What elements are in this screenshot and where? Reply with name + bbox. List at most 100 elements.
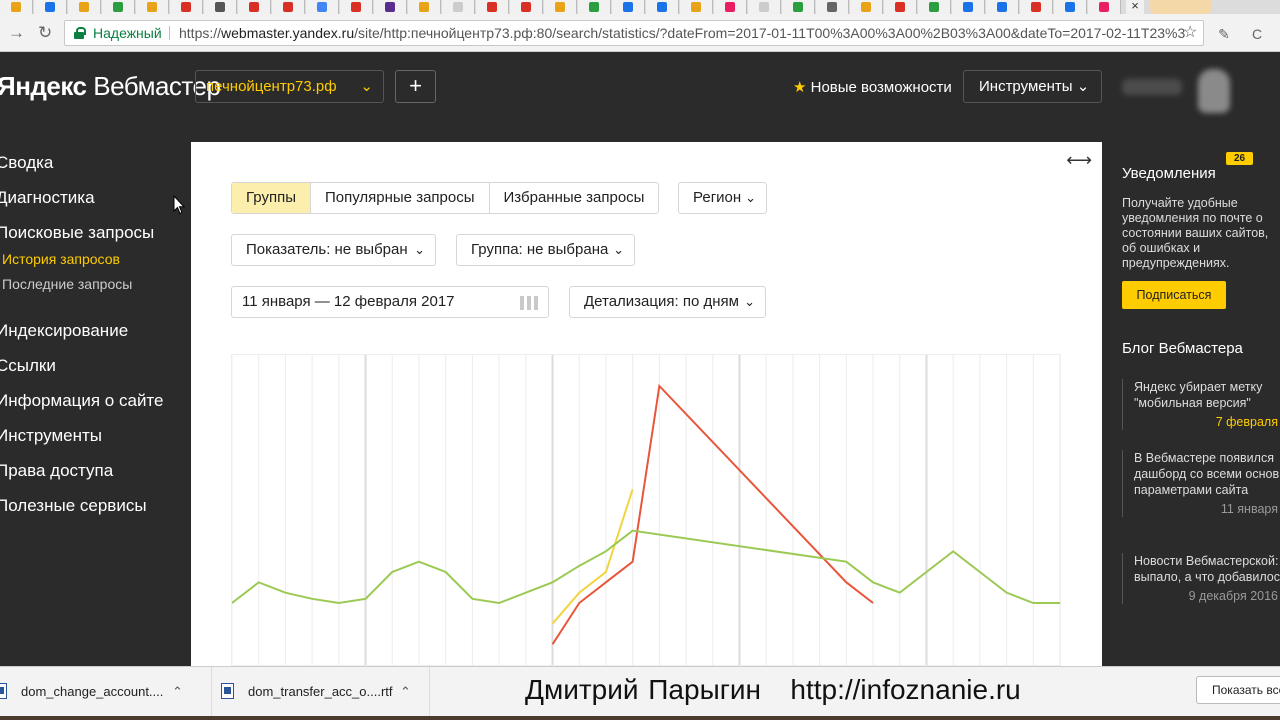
expand-width-icon[interactable]: ⟷ (1066, 150, 1092, 171)
sidebar-item-tools[interactable]: Инструменты (0, 426, 102, 446)
download-item[interactable]: dom_change_account.... ⌃ (0, 667, 212, 717)
browser-tab[interactable] (306, 0, 339, 14)
browser-tab[interactable] (680, 0, 713, 14)
browser-tab[interactable] (1088, 0, 1121, 14)
sidebar-item-site-info[interactable]: Информация о сайте (0, 391, 164, 411)
blog-post-title: В Вебмастере появился дашборд со всеми о… (1134, 451, 1280, 497)
notifications-title: Уведомления (1122, 165, 1216, 182)
browser-tab[interactable] (748, 0, 781, 14)
sidebar-subitem-query-history[interactable]: История запросов (2, 251, 120, 267)
secure-label: Надежный (93, 25, 162, 41)
tab-groups[interactable]: Группы (232, 183, 311, 213)
browser-tab[interactable] (0, 0, 33, 14)
yandex-webmaster-logo[interactable]: Яндекс Вебмастер (0, 71, 221, 102)
browser-tab[interactable] (952, 0, 985, 14)
browser-tab[interactable] (510, 0, 543, 14)
sidebar-item-search-queries[interactable]: Поисковые запросы (0, 223, 154, 243)
extension-icon[interactable]: ✎ (1216, 26, 1232, 42)
tab-favicon-icon (181, 2, 191, 12)
subscribe-button[interactable]: Подписаться (1122, 281, 1226, 309)
browser-tab[interactable] (136, 0, 169, 14)
username-blurred[interactable] (1122, 79, 1182, 95)
new-features-link[interactable]: ★ Новые возможности (793, 78, 952, 96)
tools-menu-button[interactable]: Инструменты ⌄ (963, 70, 1102, 103)
avatar[interactable] (1198, 69, 1230, 113)
tab-favicon-icon (113, 2, 123, 12)
browser-tab[interactable] (986, 0, 1019, 14)
browser-tab[interactable] (476, 0, 509, 14)
browser-tab[interactable] (408, 0, 441, 14)
tab-favicon-icon (725, 2, 735, 12)
bookmark-star-icon[interactable]: ☆ (1183, 21, 1197, 45)
browser-tab[interactable] (238, 0, 271, 14)
maximize-button[interactable] (1236, 0, 1258, 14)
site-selector[interactable]: печнойцентр73.рф ⌄ (195, 70, 384, 103)
browser-tab[interactable] (544, 0, 577, 14)
browser-tab[interactable] (34, 0, 67, 14)
sidebar-item-links[interactable]: Ссылки (0, 356, 56, 376)
address-bar[interactable]: Надежный https://webmaster.yandex.ru/sit… (64, 20, 1204, 46)
blog-title[interactable]: Блог Вебмастера (1122, 340, 1243, 357)
tab-favicon-icon (963, 2, 973, 12)
new-tab-button[interactable] (1150, 0, 1212, 14)
browser-tab[interactable] (442, 0, 475, 14)
browser-tab[interactable] (612, 0, 645, 14)
blog-post[interactable]: Новости Вебмастерской: что выпало, а что… (1122, 553, 1280, 604)
browser-tab[interactable] (1020, 0, 1053, 14)
tab-favorite-queries[interactable]: Избранные запросы (490, 183, 659, 213)
sidebar-subitem-recent-queries[interactable]: Последние запросы (2, 276, 132, 292)
add-site-button[interactable]: + (395, 70, 436, 103)
browser-tab[interactable] (884, 0, 917, 14)
blog-post[interactable]: Яндекс убирает метку "мобильная версия" … (1122, 379, 1280, 430)
browser-tab[interactable] (918, 0, 951, 14)
browser-tab[interactable] (816, 0, 849, 14)
date-range-picker[interactable]: 11 января — 12 февраля 2017 (231, 286, 549, 318)
browser-tab[interactable] (1054, 0, 1087, 14)
tab-favicon-icon (147, 2, 157, 12)
minimize-button[interactable] (1212, 0, 1234, 14)
blog-post[interactable]: В Вебмастере появился дашборд со всеми о… (1122, 450, 1280, 517)
group-dropdown[interactable]: Группа: не выбрана ⌄ (456, 234, 635, 266)
chevron-up-icon[interactable]: ⌃ (172, 667, 183, 717)
browser-tab[interactable] (68, 0, 101, 14)
extension-c-icon[interactable]: C (1249, 26, 1265, 42)
tab-favicon-icon (827, 2, 837, 12)
browser-tab[interactable] (714, 0, 747, 14)
tab-favicon-icon (419, 2, 429, 12)
browser-tab[interactable] (272, 0, 305, 14)
download-item[interactable]: dom_transfer_acc_o....rtf ⌃ (212, 667, 430, 717)
back-arrow-icon[interactable]: → (8, 23, 25, 43)
document-icon (221, 683, 234, 699)
browser-tab[interactable] (578, 0, 611, 14)
sidebar-item-diagnostics[interactable]: Диагностика (0, 188, 95, 208)
lock-icon (74, 27, 86, 39)
sidebar-item-summary[interactable]: Сводка (0, 153, 53, 173)
tab-favicon-icon (929, 2, 939, 12)
browser-tab[interactable] (340, 0, 373, 14)
browser-tab[interactable] (170, 0, 203, 14)
sidebar-item-indexing[interactable]: Индексирование (0, 321, 128, 341)
reload-icon[interactable]: ↻ (38, 23, 52, 43)
browser-tab[interactable] (850, 0, 883, 14)
tab-favicon-icon (249, 2, 259, 12)
show-all-downloads-button[interactable]: Показать все (1196, 676, 1280, 704)
region-dropdown[interactable]: Регион ⌄ (678, 182, 767, 214)
tab-favicon-icon (79, 2, 89, 12)
browser-tab[interactable] (102, 0, 135, 14)
indicator-dropdown[interactable]: Показатель: не выбран ⌄ (231, 234, 436, 266)
sidebar-item-useful-services[interactable]: Полезные сервисы (0, 496, 147, 516)
tab-popular-queries[interactable]: Популярные запросы (311, 183, 490, 213)
divider (169, 26, 170, 40)
browser-tab[interactable] (374, 0, 407, 14)
browser-tab-strip: × (0, 0, 1280, 14)
browser-tab[interactable] (782, 0, 815, 14)
detail-dropdown[interactable]: Детализация: по дням ⌄ (569, 286, 766, 318)
url-text: https://webmaster.yandex.ru/site/http:пе… (179, 25, 1186, 41)
close-icon[interactable]: × (1126, 0, 1144, 14)
calendar-icon[interactable] (520, 296, 538, 310)
chevron-up-icon[interactable]: ⌃ (400, 667, 411, 717)
browser-tab[interactable] (204, 0, 237, 14)
browser-tab[interactable] (646, 0, 679, 14)
sidebar-item-access-rights[interactable]: Права доступа (0, 461, 113, 481)
mouse-cursor-icon (173, 195, 185, 215)
